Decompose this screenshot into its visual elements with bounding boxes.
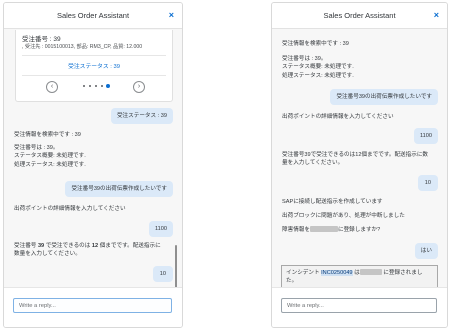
bot-message: 受注情報を検索中です : 39 [282, 41, 349, 47]
order-status-link[interactable]: 受注ステータス : 39 [16, 61, 172, 70]
chat-header: Sales Order Assistant × [272, 3, 447, 29]
user-message: 受注番号39の出荷伝票作成したいです [65, 181, 173, 197]
carousel-dot [101, 85, 103, 87]
order-detail: , 受注先 : 0015100013, 部品: RM3_CP, 品質: 12.0… [22, 44, 143, 50]
bot-message: 受注番号は : 39。 ステータス概要: 未処理です. 処理ステータス: 未処理… [282, 56, 354, 79]
close-icon[interactable]: × [434, 9, 439, 21]
bot-message-text: に登録しますか? [337, 227, 381, 233]
incident-id: INC0250049 [321, 270, 353, 276]
reply-input[interactable] [281, 298, 437, 313]
order-number: 受注番号 : 39 [22, 36, 61, 43]
reply-area [4, 287, 182, 327]
user-message: 10 [152, 266, 173, 282]
chevron-left-icon[interactable]: ‹ [46, 81, 58, 93]
bot-message-text: で受注できるのは [44, 243, 92, 249]
close-icon[interactable]: × [169, 9, 174, 21]
chat-title: Sales Order Assistant [323, 11, 396, 20]
divider [22, 55, 166, 56]
bot-message-text: は [352, 270, 360, 276]
user-message: 受注ステータス : 39 [110, 108, 173, 124]
scrollbar[interactable] [175, 245, 177, 291]
bot-message: SAPに接続し配送指示を作成しています [282, 199, 383, 205]
bot-message: 受注情報を検索中です : 39 [14, 132, 81, 138]
bot-message: 出荷ポイントの詳細情報を入力してください [282, 114, 394, 120]
bot-message: 受注番号は : 39。 ステータス概要: 未処理です. 処理ステータス: 未処理… [14, 145, 86, 168]
redacted-text [359, 269, 382, 275]
carousel-dot [89, 85, 91, 87]
carousel-indicator [75, 83, 115, 89]
divider [22, 75, 166, 76]
user-message: はい [414, 243, 438, 259]
chat-header: Sales Order Assistant × [4, 3, 182, 29]
bot-message-incident: インシデント INC0250049 は に登録されました。 [281, 265, 438, 287]
chat-window-left: Sales Order Assistant × 受注番号 : 39 , 受注先 … [3, 2, 183, 328]
chat-window-right: Sales Order Assistant × 受注情報を検索中です : 39 … [271, 2, 448, 328]
carousel-dot [83, 85, 85, 87]
chat-title: Sales Order Assistant [56, 11, 130, 20]
chevron-right-icon[interactable]: › [133, 81, 145, 93]
bot-message: 出荷ポイントの詳細情報を入力してください [14, 206, 126, 212]
order-card: 受注番号 : 39 , 受注先 : 0015100013, 部品: RM3_CP… [15, 30, 173, 102]
bot-message: 障害情報を に登録しますか? [282, 226, 440, 234]
bot-message-text: 受注番号 [14, 243, 38, 249]
redacted-text [309, 226, 338, 232]
user-message: 受注番号39の出荷伝票作成したいです [330, 89, 438, 105]
bot-message: 受注番号 39 で受注できるのは 12 個までです。配送指示に数量を入力してくだ… [14, 242, 164, 259]
bot-message-text: 障害情報を [282, 227, 310, 233]
bot-message-text: インシデント [286, 270, 322, 276]
user-message: 1100 [413, 128, 438, 144]
user-message: 1100 [148, 221, 173, 237]
chat-transcript: 受注番号 : 39 , 受注先 : 0015100013, 部品: RM3_CP… [4, 30, 182, 287]
carousel-dot [95, 85, 97, 87]
bot-message: 出荷ブロックに問題があり、処理が中断しました [282, 213, 405, 219]
chat-transcript: 受注情報を検索中です : 39 受注番号は : 39。 ステータス概要: 未処理… [272, 30, 447, 287]
user-message: 10 [417, 175, 438, 191]
reply-area [272, 287, 447, 327]
reply-input[interactable] [13, 298, 172, 313]
carousel-dot-active [106, 84, 110, 88]
bot-message: 受注番号39で受注できるのは12個までです。配送指示に数量を入力してください。 [282, 152, 429, 167]
